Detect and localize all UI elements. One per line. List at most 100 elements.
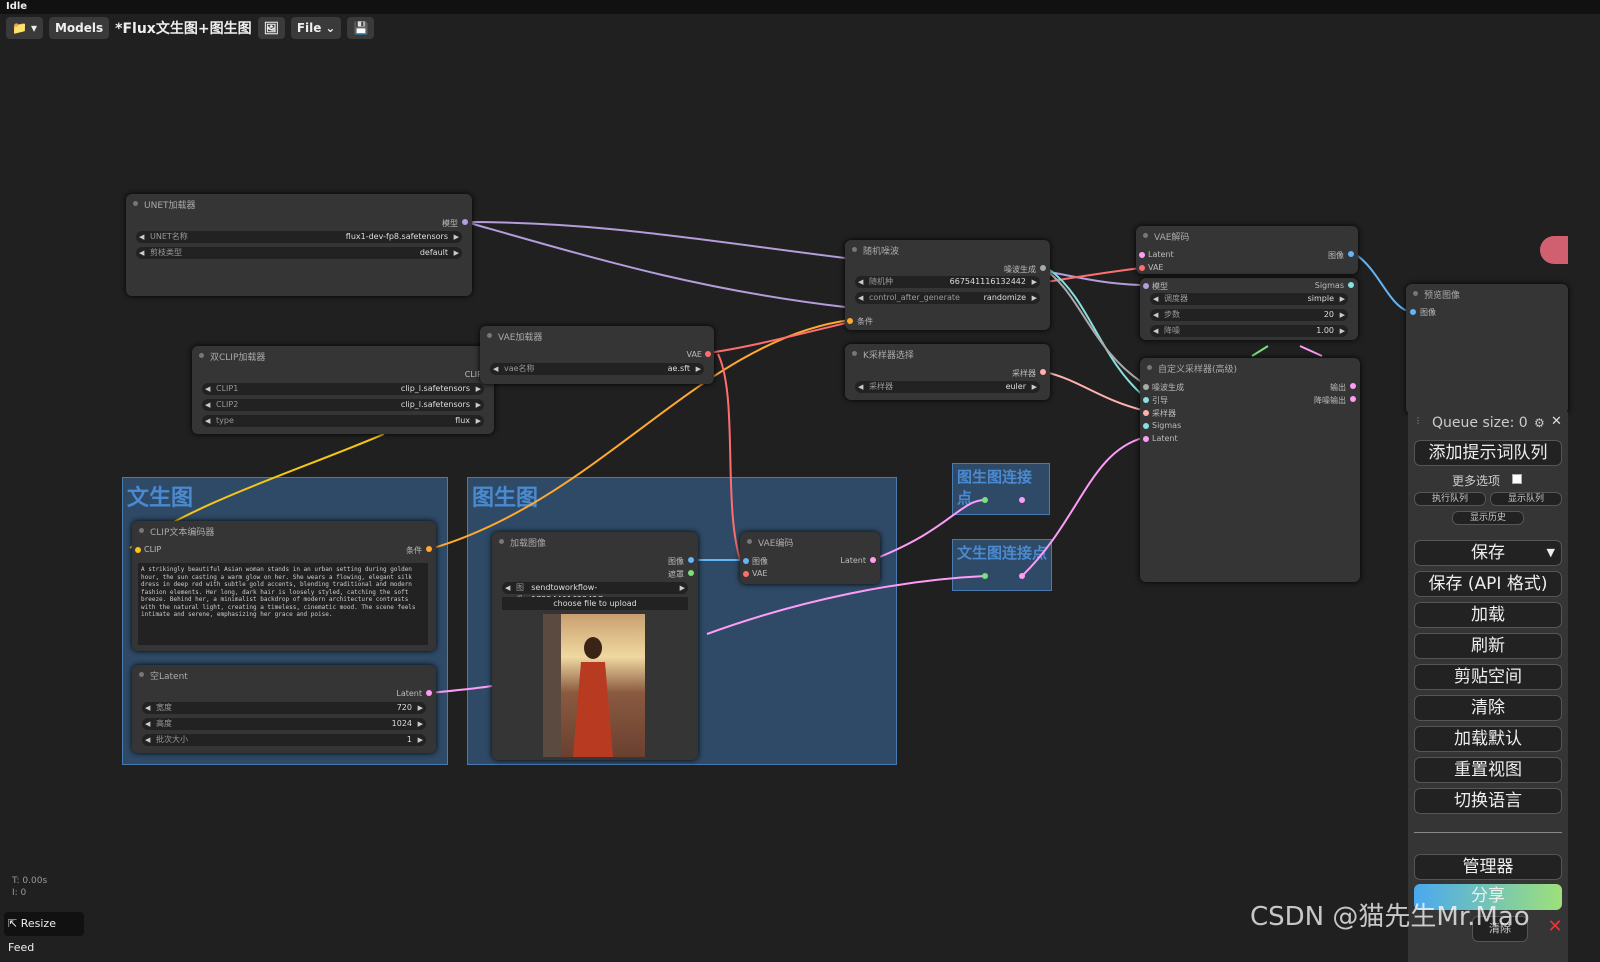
widget-value: clip_l.safetensors — [400, 400, 470, 409]
node-vae-decode[interactable]: VAE解码 Latent VAE 图像 — [1136, 226, 1358, 274]
input-vae-label: VAE — [752, 569, 768, 578]
output-sampler-port[interactable] — [1040, 369, 1046, 375]
widget-label: 宽度 — [156, 703, 172, 712]
widget-image-select[interactable]: 图像 sendtoworkflow-1725440162242Co... — [502, 582, 688, 604]
input-latent-port[interactable] — [1139, 252, 1145, 258]
node-random-noise[interactable]: 随机噪波 噪波生成 随机种 667541116132442 control_aft… — [845, 240, 1050, 330]
output-model-port[interactable] — [462, 219, 468, 225]
input-sampler-port[interactable] — [1143, 410, 1149, 416]
input-noise-label: 噪波生成 — [1152, 383, 1184, 392]
widget-control-after-generate[interactable]: control_after_generate randomize — [855, 292, 1040, 304]
chevron-down-icon[interactable]: ▼ — [1547, 541, 1555, 565]
widget-denoise[interactable]: 降噪 1.00 — [1150, 325, 1348, 337]
reroute-point[interactable] — [982, 497, 988, 503]
widget-label: 步数 — [1164, 310, 1180, 319]
node-basic-scheduler[interactable]: 模型 Sigmas 调度器 simple 步数 20 降噪 1.00 — [1140, 278, 1358, 340]
widget-width[interactable]: 宽度 720 — [142, 702, 426, 714]
node-title: VAE解码 — [1136, 226, 1358, 246]
output-latent-port[interactable] — [426, 690, 432, 696]
close-icon[interactable]: ✕ — [1551, 414, 1562, 429]
output-denoised-port[interactable] — [1350, 396, 1356, 402]
reroute-point[interactable] — [982, 573, 988, 579]
output-sigmas-label: Sigmas — [1314, 281, 1344, 290]
show-queue-button[interactable]: 显示队列 — [1490, 492, 1562, 506]
clear-button[interactable]: 清除 — [1414, 695, 1562, 721]
output-image-port[interactable] — [688, 557, 694, 563]
widget-value: clip_l.safetensors — [400, 384, 470, 393]
watermark: CSDN @猫先生Mr.Mao — [1250, 902, 1530, 932]
input-image-port[interactable] — [743, 558, 749, 564]
input-noise-port[interactable] — [1143, 384, 1149, 390]
widget-type[interactable]: type flux — [202, 415, 484, 427]
reroute-point[interactable] — [1019, 497, 1025, 503]
input-vae-port[interactable] — [743, 571, 749, 577]
widget-scheduler[interactable]: 调度器 simple — [1150, 293, 1348, 305]
widget-batch-size[interactable]: 批次大小 1 — [142, 734, 426, 746]
output-mask-port[interactable] — [688, 570, 694, 576]
drag-handle-icon[interactable]: ⋮ — [1414, 416, 1422, 425]
queue-size-label: Queue size: 0 — [1432, 415, 1528, 431]
widget-steps[interactable]: 步数 20 — [1150, 309, 1348, 321]
input-latent-port[interactable] — [1143, 436, 1149, 442]
prompt-textarea[interactable]: A strikingly beautiful Asian woman stand… — [138, 563, 428, 645]
input-guider-port[interactable] — [1143, 397, 1149, 403]
execute-queue-button[interactable]: 执行队列 — [1414, 492, 1486, 506]
input-model-label: 模型 — [1152, 282, 1168, 291]
widget-unet-name[interactable]: UNET名称 flux1-dev-fp8.safetensors — [136, 231, 462, 243]
node-custom-sampler-advanced[interactable]: 自定义采样器(高级) 噪波生成 引导 采样器 Sigmas Latent 输出 … — [1140, 358, 1360, 582]
input-vae-port[interactable] — [1139, 265, 1145, 271]
more-options-checkbox[interactable] — [1512, 474, 1522, 484]
widget-clip2[interactable]: CLIP2 clip_l.safetensors — [202, 399, 484, 411]
widget-value: ae.sft — [667, 364, 690, 373]
close-icon[interactable]: ✕ — [1542, 916, 1568, 942]
reroute-point[interactable] — [1019, 573, 1025, 579]
side-badge[interactable] — [1540, 236, 1568, 264]
output-output-port[interactable] — [1350, 383, 1356, 389]
resize-feed-button[interactable]: ⇱ Resize Feed — [4, 912, 84, 954]
node-load-image[interactable]: 加载图像 图像 遮罩 图像 sendtoworkflow-172544016224… — [492, 532, 698, 760]
gear-icon[interactable]: ⚙ — [1534, 416, 1545, 430]
show-history-button[interactable]: 显示历史 — [1452, 511, 1524, 525]
node-vae-loader[interactable]: VAE加载器 VAE vae名称 ae.sft — [480, 326, 714, 384]
load-button[interactable]: 加载 — [1414, 602, 1562, 628]
node-title: UNET加载器 — [126, 194, 472, 214]
node-unet-loader[interactable]: UNET加载器 模型 UNET名称 flux1-dev-fp8.safetenso… — [126, 194, 472, 296]
refresh-button[interactable]: 刷新 — [1414, 633, 1562, 659]
save-button[interactable]: 保存 ▼ — [1414, 540, 1562, 566]
widget-sampler-name[interactable]: 采样器 euler — [855, 381, 1040, 393]
upload-button[interactable]: choose file to upload — [502, 597, 688, 610]
output-vae-port[interactable] — [705, 351, 711, 357]
output-noise-port[interactable] — [1040, 265, 1046, 271]
manager-button[interactable]: 管理器 — [1414, 854, 1562, 880]
output-cond-port[interactable] — [426, 546, 432, 552]
node-vae-encode[interactable]: VAE编码 图像 VAE Latent — [740, 532, 880, 584]
input-cond-port[interactable] — [847, 318, 853, 324]
input-image-port[interactable] — [1410, 309, 1416, 315]
output-model-label: 模型 — [442, 219, 458, 228]
clipspace-button[interactable]: 剪贴空间 — [1414, 664, 1562, 690]
input-sigmas-port[interactable] — [1143, 423, 1149, 429]
input-clip-port[interactable] — [135, 547, 141, 553]
node-clip-text-encode[interactable]: CLIP文本编码器 CLIP 条件 A strikingly beautiful… — [132, 521, 436, 651]
node-ksampler-select[interactable]: K采样器选择 采样器 采样器 euler — [845, 344, 1050, 400]
output-latent-port[interactable] — [870, 557, 876, 563]
output-image-label: 图像 — [1328, 251, 1344, 260]
widget-weight-dtype[interactable]: 剪枝类型 default — [136, 247, 462, 259]
output-sigmas-port[interactable] — [1348, 282, 1354, 288]
reset-view-button[interactable]: 重置视图 — [1414, 757, 1562, 783]
node-empty-latent[interactable]: 空Latent Latent 宽度 720 高度 1024 批次大小 1 — [132, 665, 436, 753]
queue-prompt-button[interactable]: 添加提示词队列 — [1414, 440, 1562, 466]
node-dual-clip-loader[interactable]: 双CLIP加载器 CLIP CLIP1clip_l.safetensors CL… — [192, 346, 494, 434]
switch-language-button[interactable]: 切换语言 — [1414, 788, 1562, 814]
node-preview-image[interactable]: 预览图像 图像 — [1406, 284, 1568, 414]
input-model-port[interactable] — [1143, 283, 1149, 289]
widget-value: 1024 — [391, 719, 412, 728]
widget-height[interactable]: 高度 1024 — [142, 718, 426, 730]
widget-clip1[interactable]: CLIP1 clip_l.safetensors — [202, 383, 484, 395]
widget-vae-name[interactable]: vae名称 ae.sft — [490, 363, 704, 375]
widget-value: 1 — [406, 735, 412, 744]
output-image-port[interactable] — [1348, 251, 1354, 257]
save-api-button[interactable]: 保存 (API 格式) — [1414, 571, 1562, 597]
widget-noise-seed[interactable]: 随机种 667541116132442 — [855, 276, 1040, 288]
load-default-button[interactable]: 加载默认 — [1414, 726, 1562, 752]
